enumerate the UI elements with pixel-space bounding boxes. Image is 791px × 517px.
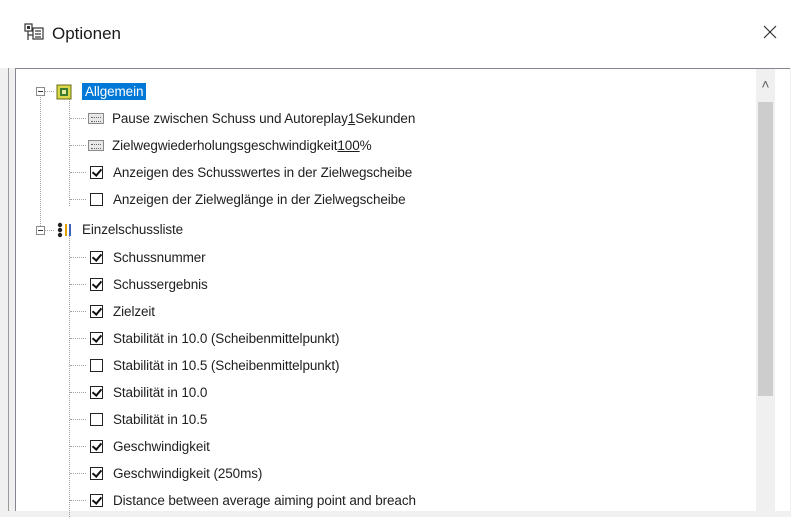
list-group-icon	[57, 222, 71, 237]
scroll-up-button[interactable]: ˄	[756, 75, 775, 92]
tree-node-label: Einzelschussliste	[82, 222, 184, 237]
checkbox[interactable]	[90, 193, 103, 206]
item-label: Geschwindigkeit	[113, 439, 210, 454]
tree-item-geschwindigkeit[interactable]: Geschwindigkeit	[90, 434, 210, 459]
tree-item-geschwindigkeit-250ms[interactable]: Geschwindigkeit (250ms)	[90, 461, 262, 486]
tree-item-replay-speed[interactable]: Zielwegwiederholungsgeschwindigkeit 100 …	[88, 133, 372, 158]
item-label: Schussergebnis	[113, 277, 208, 292]
item-label: Stabilität in 10.0	[113, 385, 208, 400]
item-label: Anzeigen des Schusswertes in der Zielweg…	[113, 165, 413, 180]
frame-border	[8, 68, 9, 511]
tree-item-stability-10-0[interactable]: Stabilität in 10.0	[90, 380, 207, 405]
tree-item-stability-10-5[interactable]: Stabilität in 10.5	[90, 407, 207, 432]
close-icon	[763, 25, 777, 39]
tree-item-distance-aiming-breach[interactable]: Distance between average aiming point an…	[90, 488, 416, 513]
tree-item-schussergebnis[interactable]: Schussergebnis	[90, 272, 208, 297]
numeric-field-icon	[88, 113, 104, 124]
tree-node-allgemein[interactable]: Allgemein	[56, 79, 147, 104]
item-unit: Sekunden	[355, 111, 416, 126]
scrollbar-thumb[interactable]	[758, 102, 773, 396]
window-title: Optionen	[52, 24, 121, 43]
checkbox[interactable]	[90, 386, 103, 399]
tree-item-show-aim-length[interactable]: Anzeigen der Zielweglänge in der Zielweg…	[90, 187, 406, 212]
item-label: Zielzeit	[113, 304, 155, 319]
checkbox[interactable]	[90, 278, 103, 291]
checkbox[interactable]	[90, 305, 103, 318]
item-label: Anzeigen der Zielweglänge in der Zielweg…	[113, 192, 406, 207]
app-icon	[24, 23, 44, 40]
tree-item-zielzeit[interactable]: Zielzeit	[90, 299, 155, 324]
item-label: Pause zwischen Schuss und Autoreplay	[112, 111, 348, 126]
item-unit: %	[359, 138, 372, 153]
tree-node-einzelschussliste[interactable]: Einzelschussliste	[56, 217, 183, 242]
expander-allgemein[interactable]	[36, 87, 45, 96]
checkbox[interactable]	[90, 166, 103, 179]
title-bar: Optionen	[0, 0, 791, 68]
item-label: Stabilität in 10.0 (Scheibenmittelpunkt)	[113, 331, 340, 346]
tree-item-stability-10-0-center[interactable]: Stabilität in 10.0 (Scheibenmittelpunkt)	[90, 326, 339, 351]
tree-item-schussnummer[interactable]: Schussnummer	[90, 245, 206, 270]
tree-node-label: Allgemein	[82, 83, 147, 100]
item-label: Stabilität in 10.5 (Scheibenmittelpunkt)	[113, 358, 340, 373]
settings-group-icon	[56, 84, 72, 99]
checkbox[interactable]	[90, 332, 103, 345]
item-label: Zielwegwiederholungsgeschwindigkeit	[112, 138, 338, 153]
checkbox[interactable]	[90, 359, 103, 372]
checkbox[interactable]	[90, 440, 103, 453]
options-tree[interactable]: Allgemein Pause zwischen Schuss und Auto…	[15, 68, 790, 517]
chevron-up-icon: ˄	[761, 75, 770, 92]
checkbox[interactable]	[90, 413, 103, 426]
item-label: Geschwindigkeit (250ms)	[113, 466, 263, 481]
item-label: Stabilität in 10.5	[113, 412, 208, 427]
vertical-scrollbar[interactable]: ˄	[756, 69, 775, 511]
numeric-value[interactable]: 1	[348, 111, 356, 126]
tree-item-stability-10-5-center[interactable]: Stabilität in 10.5 (Scheibenmittelpunkt)	[90, 353, 339, 378]
tree-item-show-shot-value[interactable]: Anzeigen des Schusswertes in der Zielweg…	[90, 160, 412, 185]
item-label: Schussnummer	[113, 250, 206, 265]
tree-item-pause-autoreplay[interactable]: Pause zwischen Schuss und Autoreplay 1 S…	[88, 106, 415, 131]
checkbox[interactable]	[90, 494, 103, 507]
checkbox[interactable]	[90, 467, 103, 480]
expander-einzelschussliste[interactable]	[36, 226, 45, 235]
options-dialog: Optionen Allgemein Pause zwischen Schuss…	[0, 0, 791, 517]
numeric-value[interactable]: 100	[337, 138, 359, 153]
checkbox[interactable]	[90, 251, 103, 264]
item-label: Distance between average aiming point an…	[113, 493, 416, 508]
numeric-field-icon	[88, 140, 104, 151]
close-button[interactable]	[750, 14, 790, 50]
